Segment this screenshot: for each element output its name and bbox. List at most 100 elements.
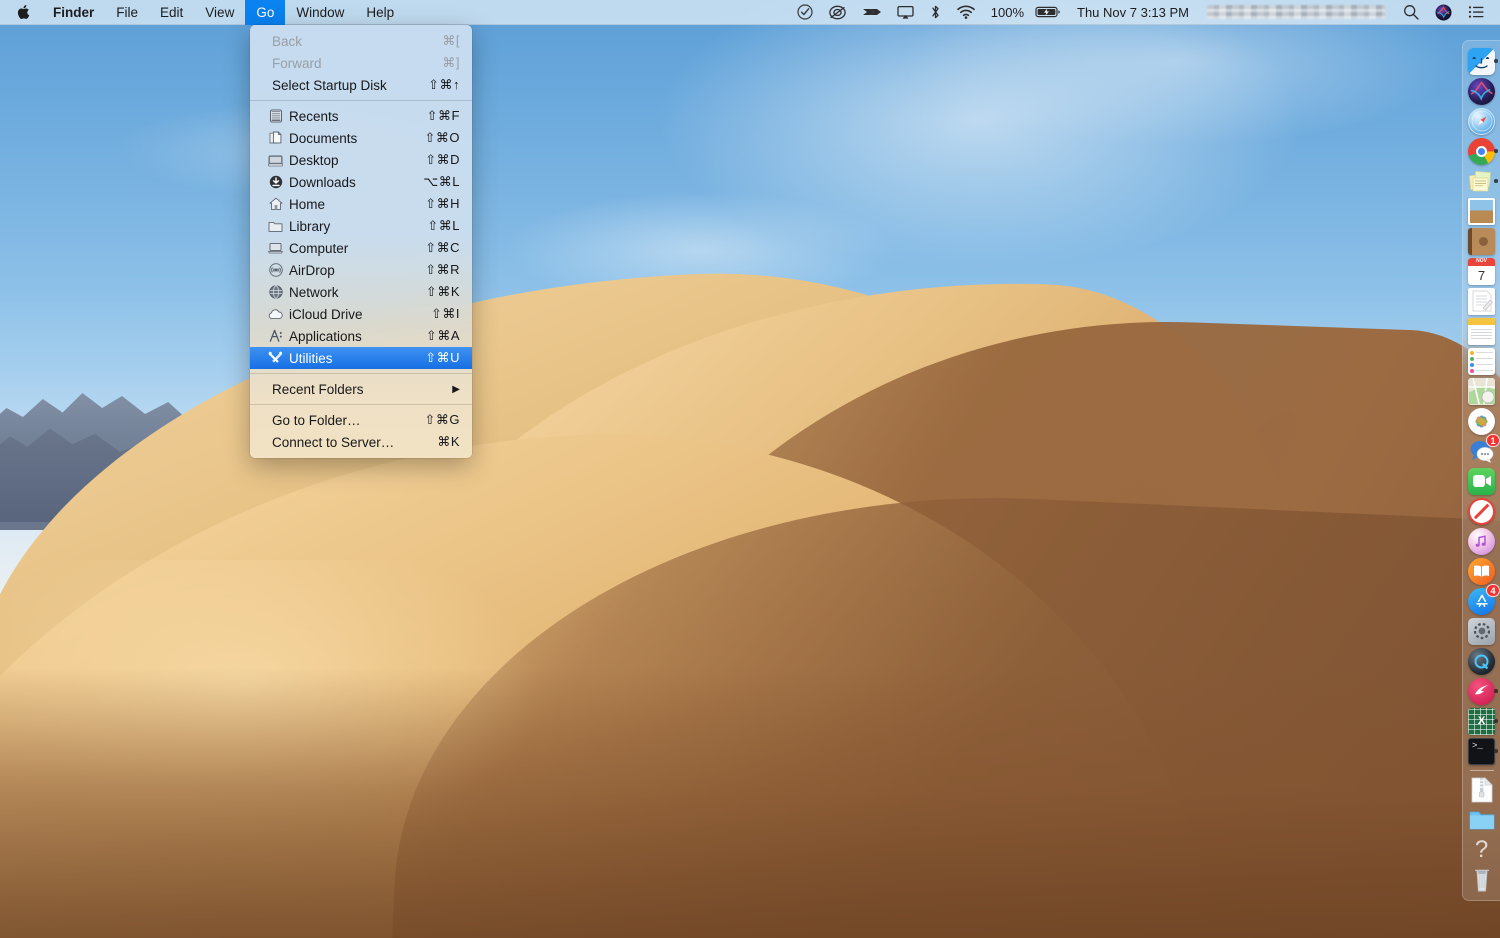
bluetooth-icon[interactable] [922,0,949,25]
menu-edit[interactable]: Edit [149,0,194,25]
dock-item-restricted-app[interactable] [1465,496,1499,526]
dock-item-itunes[interactable] [1465,526,1499,556]
creative-cloud-icon[interactable] [821,0,854,25]
dropbox-arrows-icon[interactable] [854,0,889,25]
account-name-redacted[interactable] [1207,5,1385,19]
dock-item-downloads-folder[interactable] [1465,805,1499,835]
dock-item-zip-archive[interactable] [1465,775,1499,805]
menu-item-shortcut: ⇧⌘R [425,262,460,278]
menu-separator [250,100,472,101]
dock-item-google-chrome[interactable] [1465,136,1499,166]
wifi-icon[interactable] [949,0,983,25]
dock-item-preview[interactable] [1465,196,1499,226]
menu-item-shortcut: ⌘[ [442,33,460,49]
downloads-icon [267,174,284,190]
dock-item-app-store[interactable]: 4 [1465,586,1499,616]
dock-item-calendar[interactable]: NOV 7 [1465,256,1499,286]
dock-item-messages[interactable]: 1 [1465,436,1499,466]
menu-item-recents[interactable]: Recents ⇧⌘F [250,105,472,127]
dock-item-notes[interactable] [1465,316,1499,346]
menu-item-network[interactable]: Network ⇧⌘K [250,281,472,303]
airplay-display-icon[interactable] [889,0,922,25]
dock-item-reminders[interactable] [1465,346,1499,376]
running-indicator-dot [1494,59,1498,63]
menu-item-label: Select Startup Disk [272,78,414,93]
menu-item-airdrop[interactable]: AirDrop ⇧⌘R [250,259,472,281]
dock-item-microsoft-excel[interactable]: X [1465,706,1499,736]
dock-item-finder[interactable] [1465,46,1499,76]
menu-item-recent-folders[interactable]: Recent Folders ▶ [250,378,472,400]
dock-item-stickies[interactable] [1465,166,1499,196]
dock-item-siri[interactable] [1465,76,1499,106]
menu-item-label: Recents [289,109,413,124]
menu-item-home[interactable]: Home ⇧⌘H [250,193,472,215]
dock-item-terminal[interactable]: >_ [1465,736,1499,766]
desktop-icon [267,152,284,168]
battery-charging-icon[interactable] [1032,0,1069,25]
menu-item-shortcut: ⇧⌘U [425,350,460,366]
menu-item-documents[interactable]: Documents ⇧⌘O [250,127,472,149]
spotlight-search-icon[interactable] [1395,0,1427,25]
menu-item-shortcut: ⇧⌘A [426,328,460,344]
menu-item-shortcut: ⇧⌘O [424,130,460,146]
dock-item-safari[interactable] [1465,106,1499,136]
menu-item-shortcut: ⇧⌘I [431,306,460,322]
menu-item-label: Library [289,219,413,234]
menu-help[interactable]: Help [355,0,405,25]
dock-item-trash[interactable] [1465,865,1499,895]
menu-item-label: Utilities [289,351,411,366]
menu-item-icloud-drive[interactable]: iCloud Drive ⇧⌘I [250,303,472,325]
menu-finder[interactable]: Finder [42,0,105,25]
applications-icon [267,328,284,344]
recents-clock-icon [267,108,284,124]
menu-item-shortcut: ⇧⌘C [425,240,460,256]
menu-window[interactable]: Window [285,0,355,25]
dock-item-help-question[interactable]: ? [1465,835,1499,865]
apple-logo-icon[interactable] [0,0,42,25]
menu-file[interactable]: File [105,0,149,25]
menu-item-connect-to-server[interactable]: Connect to Server… ⌘K [250,431,472,453]
control-center-icon[interactable] [1460,0,1492,25]
menu-go[interactable]: Go [245,0,285,25]
dock-item-books[interactable] [1465,556,1499,586]
messages-badge: 1 [1486,434,1499,447]
icloud-drive-icon [267,306,284,322]
menu-item-desktop[interactable]: Desktop ⇧⌘D [250,149,472,171]
menu-item-applications[interactable]: Applications ⇧⌘A [250,325,472,347]
utilities-tools-icon [267,350,284,366]
calendar-day-label: 7 [1478,266,1485,285]
dock-item-system-preferences[interactable] [1465,616,1499,646]
menu-item-back[interactable]: Back ⌘[ [250,30,472,52]
menu-item-label: Recent Folders [272,382,452,397]
dock-item-contacts[interactable] [1465,226,1499,256]
menu-item-utilities[interactable]: Utilities ⇧⌘U [250,347,472,369]
dock-item-sparkle-app[interactable] [1465,676,1499,706]
siri-icon[interactable] [1427,0,1460,25]
menu-item-library[interactable]: Library ⇧⌘L [250,215,472,237]
menu-item-label: Connect to Server… [272,435,423,450]
menu-item-shortcut: ⇧⌘K [426,284,460,300]
desktop-wallpaper[interactable] [0,0,1500,938]
menu-bar-status-items: 100% Thu Nov 7 3:13 PM [789,0,1500,25]
menu-item-shortcut: ⌥⌘L [423,174,460,190]
menu-item-label: AirDrop [289,263,411,278]
dock-item-maps[interactable] [1465,376,1499,406]
menu-bottom-padding [250,453,472,458]
dock-item-facetime[interactable] [1465,466,1499,496]
menu-item-computer[interactable]: Computer ⇧⌘C [250,237,472,259]
checkmark-circle-icon[interactable] [789,0,821,25]
menu-item-forward[interactable]: Forward ⌘] [250,52,472,74]
go-menu-dropdown[interactable]: Back ⌘[ Forward ⌘] Select Startup Disk ⇧… [250,25,472,458]
dock-separator [1470,770,1494,771]
menu-bar-clock[interactable]: Thu Nov 7 3:13 PM [1069,0,1197,25]
dock-item-textedit[interactable] [1465,286,1499,316]
dock-item-quicktime-player[interactable] [1465,646,1499,676]
menu-item-shortcut: ⇧⌘↑ [428,77,460,93]
running-indicator-dot [1494,179,1498,183]
menu-view[interactable]: View [194,0,245,25]
menu-item-downloads[interactable]: Downloads ⌥⌘L [250,171,472,193]
menu-item-label: iCloud Drive [289,307,417,322]
menu-item-go-to-folder[interactable]: Go to Folder… ⇧⌘G [250,409,472,431]
dock-item-photos[interactable] [1465,406,1499,436]
menu-item-select-startup-disk[interactable]: Select Startup Disk ⇧⌘↑ [250,74,472,96]
